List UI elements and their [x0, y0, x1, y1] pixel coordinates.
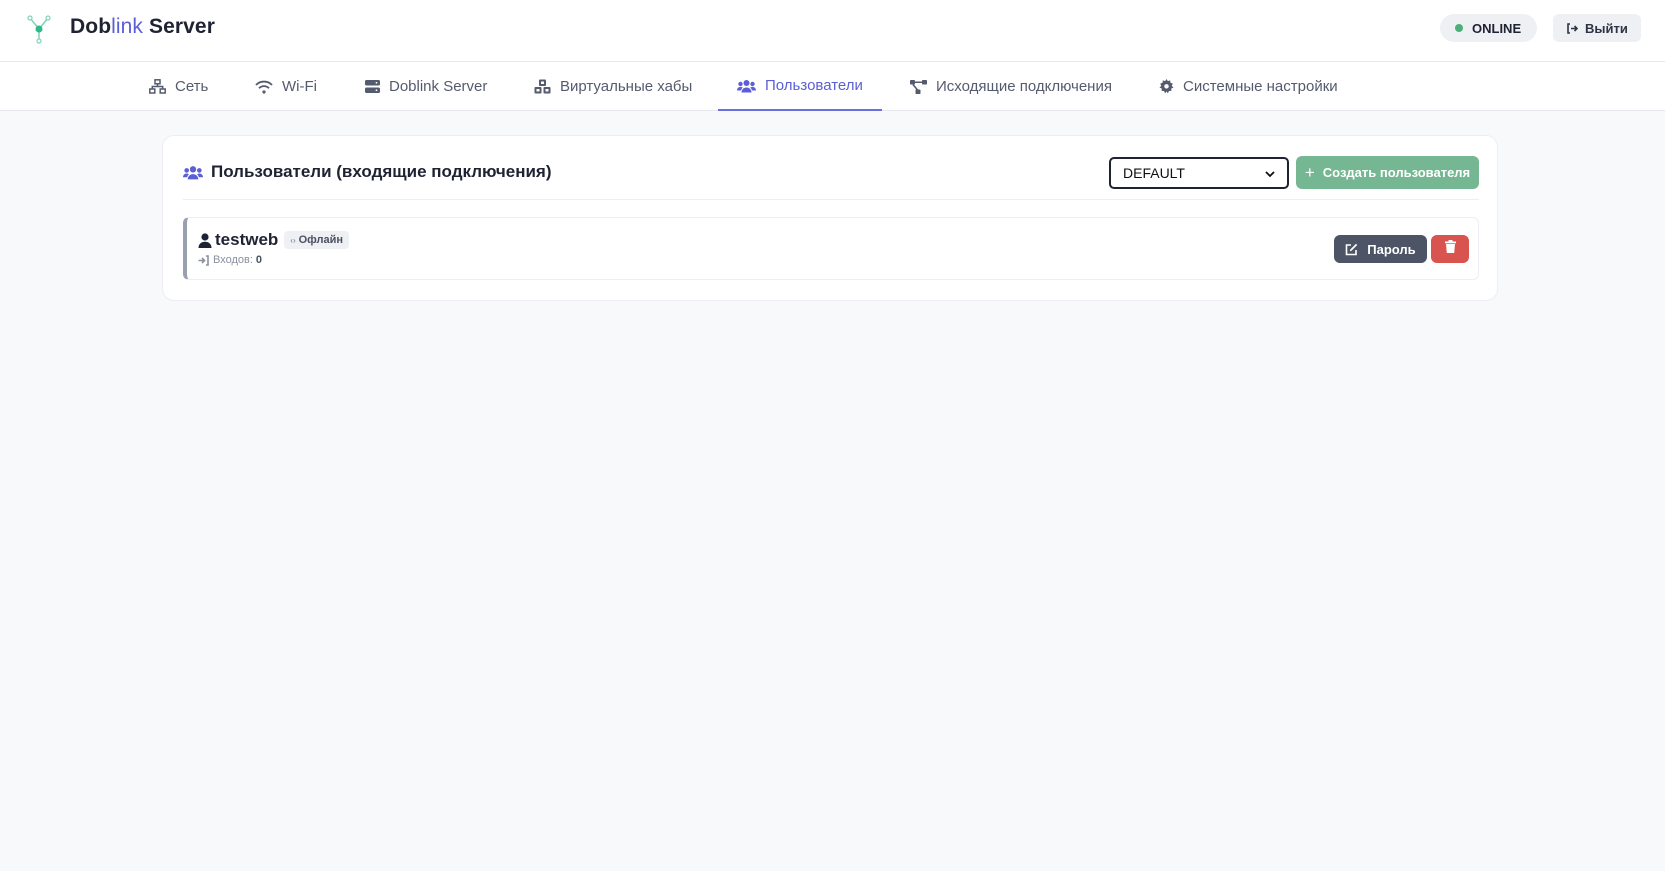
tab-label: Системные настройки: [1183, 78, 1338, 95]
gear-icon: [1159, 79, 1174, 94]
tab-label: Пользователи: [765, 77, 863, 94]
logins-info: Входов: 0: [198, 254, 262, 266]
card-title: Пользователи (входящие подключения): [183, 162, 552, 182]
brand-link: link: [111, 15, 144, 38]
user-name-line: testweb ‹› Офлайн: [198, 230, 350, 250]
top-header: Doblink Server ONLINE Выйти: [0, 0, 1665, 62]
logout-button[interactable]: Выйти: [1553, 14, 1641, 42]
change-password-label: Пароль: [1367, 241, 1416, 257]
hub-select[interactable]: DEFAULT: [1109, 157, 1289, 189]
user-name: testweb: [215, 230, 279, 249]
main-nav: Сеть Wi-Fi Doblink Server Виртуальные ха…: [0, 62, 1665, 111]
tab-outgoing-connections[interactable]: Исходящие подключения: [891, 62, 1131, 111]
status-label: Офлайн: [298, 234, 344, 246]
app-title: Doblink Server: [70, 15, 215, 39]
create-user-label: Создать пользователя: [1322, 165, 1471, 180]
create-user-button[interactable]: + Создать пользователя: [1296, 156, 1479, 189]
tab-wifi[interactable]: Wi-Fi: [236, 62, 336, 111]
trash-icon: [1444, 240, 1456, 258]
tab-virtual-hubs[interactable]: Виртуальные хабы: [515, 62, 711, 111]
tab-label: Исходящие подключения: [936, 78, 1112, 95]
tab-doblink-server[interactable]: Doblink Server: [346, 62, 506, 111]
tab-label: Doblink Server: [389, 78, 488, 95]
users-icon: [183, 165, 203, 180]
cubes-icon: [534, 79, 551, 94]
logins-label: Входов:: [213, 254, 253, 266]
user-row: testweb ‹› Офлайн Входов: 0 Пароль: [183, 217, 1479, 280]
plus-icon: +: [1304, 163, 1315, 182]
divider: [183, 199, 1479, 200]
wifi-icon: [255, 80, 273, 94]
network-icon: [149, 79, 166, 94]
logins-count: 0: [255, 254, 263, 266]
card-title-text: Пользователи (входящие подключения): [211, 162, 552, 181]
offline-icon: ‹›: [290, 235, 296, 245]
user-icon: [198, 232, 212, 248]
users-icon: [737, 79, 756, 93]
delete-user-button[interactable]: [1431, 235, 1469, 263]
brand-server: Server: [143, 15, 215, 38]
tab-label: Сеть: [175, 78, 209, 95]
brand-dob: Dob: [70, 15, 112, 38]
status-badge: ‹› Офлайн: [284, 231, 350, 249]
status-label: ONLINE: [1472, 20, 1522, 36]
change-password-button[interactable]: Пароль: [1334, 235, 1427, 263]
network-node-icon: [24, 14, 54, 44]
edit-icon: [1345, 243, 1358, 256]
project-diagram-icon: [910, 79, 927, 94]
chevron-down-icon: [1265, 165, 1275, 181]
hub-select-value: DEFAULT: [1123, 165, 1185, 181]
tab-system-settings[interactable]: Системные настройки: [1140, 62, 1357, 111]
tab-network[interactable]: Сеть: [130, 62, 227, 111]
server-icon: [365, 80, 380, 93]
tab-label: Wi-Fi: [282, 78, 317, 95]
status-badge: ONLINE: [1440, 14, 1538, 42]
status-dot: [1455, 24, 1463, 32]
sign-in-icon: [198, 254, 210, 266]
users-card: Пользователи (входящие подключения) DEFA…: [162, 135, 1498, 301]
tab-users[interactable]: Пользователи: [718, 62, 882, 111]
logout-label: Выйти: [1585, 20, 1628, 36]
tab-label: Виртуальные хабы: [560, 78, 693, 95]
sign-out-icon: [1566, 22, 1578, 34]
